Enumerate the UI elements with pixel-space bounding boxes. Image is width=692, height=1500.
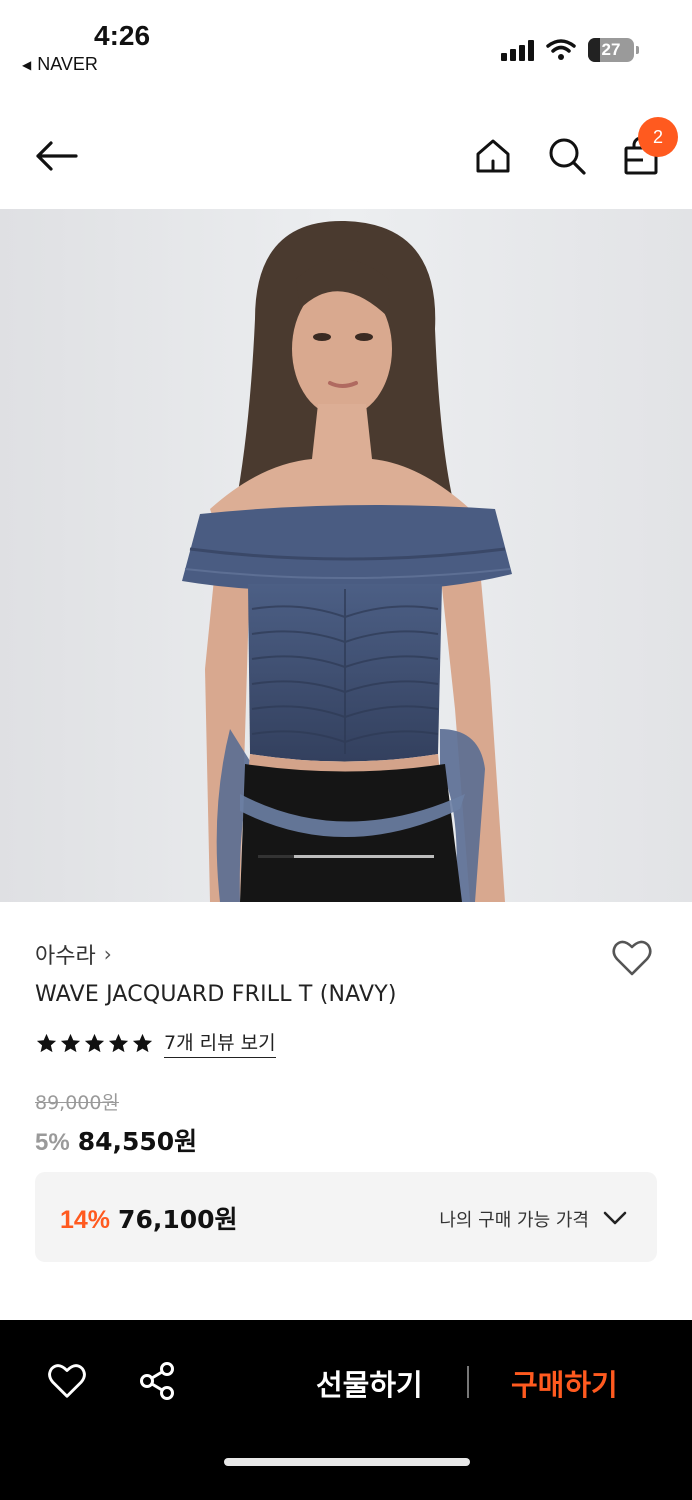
cellular-signal-icon [501,39,534,61]
back-app-label: NAVER [37,54,98,74]
search-button[interactable] [543,132,591,180]
star-icon [84,1033,105,1052]
star-rating [35,1032,154,1055]
home-indicator[interactable] [224,1458,470,1466]
star-icon [60,1033,81,1052]
home-button[interactable] [469,132,517,180]
share-icon [140,1362,174,1400]
gift-button[interactable]: 선물하기 [316,1362,423,1404]
battery-level: 27 [601,40,621,59]
heart-icon [48,1364,86,1398]
sale-price: 84,550원 [77,1127,198,1156]
status-time: 4:26 [94,20,151,51]
bottom-action-bar: 선물하기 구매하기 [0,1320,692,1500]
back-triangle-icon: ◀ [22,57,32,72]
wifi-icon [546,39,576,60]
cart-count-badge: 2 [638,117,678,157]
star-icon [36,1033,57,1052]
price-row: 5% 84,550원 [35,1122,197,1158]
top-navigation [0,110,692,206]
discount-rate: 5% [35,1129,70,1156]
wishlist-button[interactable] [610,936,654,980]
brand-name: 아수라 [35,944,96,969]
arrow-left-icon [36,141,78,171]
my-price-dropdown[interactable]: 14% 76,100원 나의 구매 가능 가격 [35,1172,657,1262]
divider [467,1366,469,1398]
image-slider-thumb [258,855,294,858]
heart-icon [612,940,652,976]
search-icon [549,138,586,175]
home-icon [476,139,510,173]
share-button[interactable] [136,1360,178,1402]
rating-row: 7개 리뷰 보기 [35,1028,276,1058]
back-button[interactable] [32,132,80,180]
chevron-right-icon: › [103,942,112,966]
back-to-app-link[interactable]: ◀ NAVER [22,54,98,75]
buy-button[interactable]: 구매하기 [511,1362,618,1404]
chevron-down-icon [603,1211,627,1225]
battery-icon: 27 [588,38,639,62]
my-price-values: 14% 76,100원 [60,1200,238,1236]
product-image-carousel[interactable] [0,209,692,902]
product-photo [0,209,692,902]
bottom-wishlist-button[interactable] [46,1360,88,1402]
my-discount-rate: 14% [60,1206,111,1234]
my-price: 76,100원 [118,1205,238,1234]
status-bar: 4:26 ◀ NAVER 27 [0,0,692,90]
my-price-label: 나의 구매 가능 가격 [439,1210,589,1231]
product-title: WAVE JACQUARD FRILL T (NAVY) [35,982,397,1007]
star-icon [132,1033,153,1052]
brand-link[interactable]: 아수라 › [35,938,112,970]
original-price: 89,000원 [35,1092,119,1114]
review-link[interactable]: 7개 리뷰 보기 [164,1028,276,1058]
star-icon [108,1033,129,1052]
status-indicators: 27 [501,38,639,62]
